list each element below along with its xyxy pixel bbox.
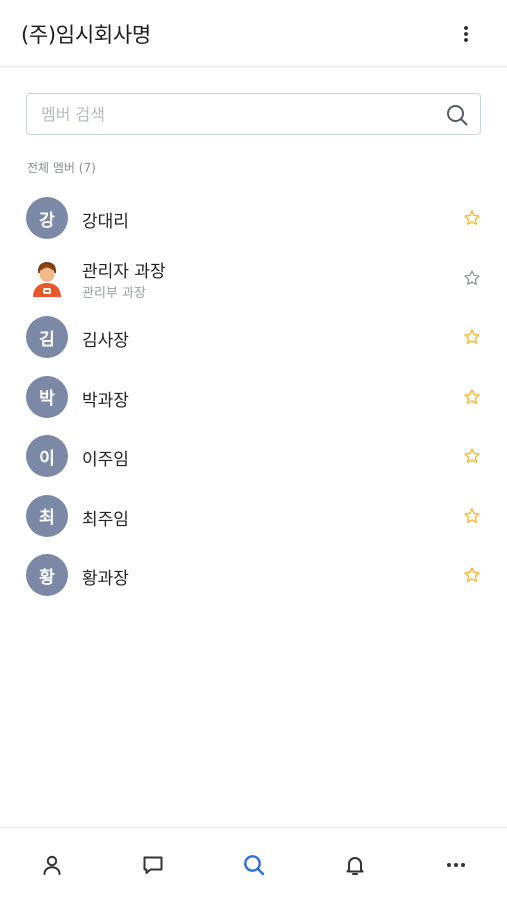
search-icon[interactable] (444, 102, 470, 128)
member-row[interactable]: 관리자 과장 관리부 과장 (0, 248, 507, 308)
member-name: 관리자 과장 (82, 261, 166, 282)
member-name: 박과장 (82, 390, 129, 411)
avatar: 김 (26, 316, 68, 358)
header: (주)임시회사명 (0, 0, 507, 67)
star-icon[interactable] (462, 268, 482, 288)
search-input[interactable] (41, 94, 441, 134)
star-icon[interactable] (462, 387, 482, 407)
member-name: 김사장 (82, 331, 129, 351)
member-row[interactable]: 황 황과장 (0, 545, 507, 605)
avatar: 강 (26, 197, 68, 239)
star-icon[interactable] (462, 506, 482, 526)
member-name: 황과장 (82, 569, 129, 589)
star-icon[interactable] (462, 565, 482, 585)
member-count-label: 전체 멤버 (7) (27, 161, 96, 175)
more-vertical-icon[interactable] (452, 22, 480, 46)
more-horizontal-icon[interactable] (441, 850, 471, 880)
member-row[interactable]: 최 최주임 (0, 486, 507, 546)
avatar: 황 (26, 554, 68, 596)
star-icon[interactable] (462, 208, 482, 228)
star-icon[interactable] (462, 327, 482, 347)
page-title: (주)임시회사명 (21, 23, 151, 47)
member-row[interactable]: 이 이주임 (0, 426, 507, 486)
member-row[interactable]: 김 김사장 (0, 307, 507, 367)
person-icon[interactable] (37, 850, 67, 880)
avatar: 최 (26, 494, 68, 537)
avatar: 이 (26, 435, 68, 477)
search-icon[interactable] (239, 850, 269, 880)
member-row[interactable]: 강 강대리 (0, 188, 507, 248)
member-list: 강 강대리 관리자 과장 관리부 과장 김 김사장 박 박과장 이 이주임 최 … (0, 188, 507, 605)
member-subtitle: 관리부 과장 (82, 285, 146, 301)
member-name: 최주임 (82, 509, 129, 530)
member-name: 이주임 (82, 450, 129, 470)
star-icon[interactable] (462, 446, 482, 466)
avatar: 박 (26, 375, 68, 418)
member-row[interactable]: 박 박과장 (0, 367, 507, 427)
search-box (26, 93, 481, 135)
bottom-nav (0, 827, 507, 900)
chat-icon[interactable] (138, 850, 168, 880)
app-root: (주)임시회사명 전체 멤버 (7) 강 강대리 (0, 0, 507, 900)
bell-icon[interactable] (340, 850, 370, 880)
person-avatar-image (26, 257, 68, 299)
member-name: 강대리 (82, 212, 129, 232)
